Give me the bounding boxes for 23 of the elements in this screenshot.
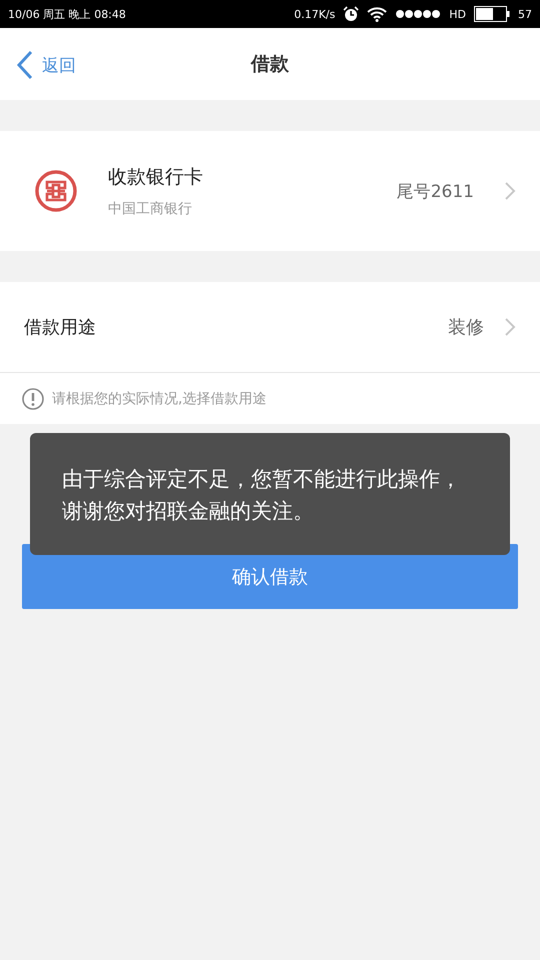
- network-type: HD: [449, 8, 466, 20]
- bank-name: 中国工商银行: [108, 200, 193, 218]
- chevron-right-icon: [504, 181, 516, 201]
- battery-percent: 57: [518, 8, 532, 20]
- battery-icon: [474, 6, 510, 22]
- purpose-value: 装修: [448, 316, 484, 339]
- toast-message: 由于综合评定不足，您暂不能进行此操作，谢谢您对招联金融的关注。: [62, 466, 462, 525]
- page-title: 借款: [251, 52, 289, 77]
- bank-logo-icon: [34, 169, 78, 213]
- wifi-icon: [367, 6, 388, 22]
- purpose-label: 借款用途: [24, 316, 97, 339]
- chevron-right-icon: [504, 317, 516, 337]
- bank-card-row[interactable]: 收款银行卡 中国工商银行 尾号2611: [0, 131, 540, 251]
- exclamation-icon: [22, 388, 44, 410]
- signal-icon: [395, 9, 442, 19]
- loan-purpose-row[interactable]: 借款用途 装修: [0, 282, 540, 373]
- network-speed: 0.17K/s: [294, 8, 336, 20]
- status-time: 10/06 周五 晚上 08:48: [8, 6, 126, 22]
- card-title: 收款银行卡: [108, 165, 204, 190]
- chevron-left-icon: [16, 50, 34, 80]
- hint-text: 请根据您的实际情况,选择借款用途: [52, 390, 266, 408]
- alarm-clock-icon: [343, 6, 360, 22]
- card-tail-number: 尾号2611: [396, 180, 474, 202]
